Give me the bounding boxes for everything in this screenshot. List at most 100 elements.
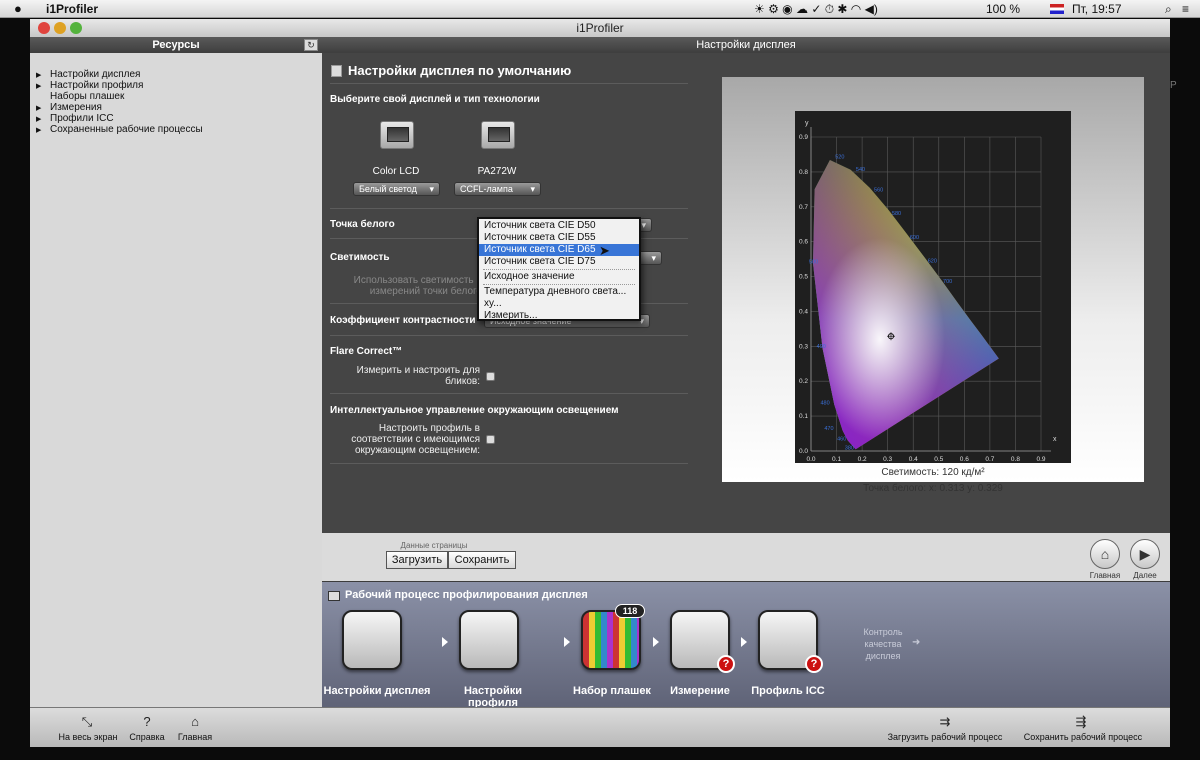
y-tick-label: 0.2 [799,378,808,385]
wavelength-label: 700 [943,279,952,285]
whitepoint-caption: Точка белого: x: 0.313 y: 0.329 [863,483,1003,494]
save-workflow-label[interactable]: Сохранить рабочий процесс [1014,732,1152,742]
help-icon[interactable]: ? [136,714,158,729]
app-menu-name[interactable]: i1Profiler [46,2,98,16]
clock[interactable]: Пт, 19:57 [1072,2,1122,16]
sidebar-item-icc-profiles[interactable]: ▶ Профили ICC [36,113,114,124]
home-label[interactable]: Главная [170,732,220,742]
sidebar-item-label: Наборы плашек [50,91,125,102]
luminance-hint-line: измерений точки белого [369,286,482,297]
cie-chromaticity-plot: 0.0 0.1 0.2 0.3 0.4 0.5 0.6 0.7 0.8 0.9 0.9 0.8 0.7 0… [795,111,1071,463]
display-name: Color LCD [372,166,420,177]
close-button[interactable] [38,22,50,34]
save-button[interactable]: Сохранить [448,551,516,569]
wavelength-label: 600 [910,235,919,241]
x-tick-label: 0.3 [883,456,892,463]
luminance-caption: Светимость: 120 кд/м² [881,467,985,478]
load-workflow-icon[interactable]: ⇉ [930,714,960,730]
help-label[interactable]: Справка [122,732,172,742]
menu-item-daylight[interactable]: Температура дневного света... [479,286,639,298]
status-icons[interactable]: ☀ ⚙ ◉ ☁ ✓ ⏱ ✱ ◠ ◀) [754,2,878,17]
flag-icon[interactable] [1050,4,1064,14]
workflow-step-label: Профиль ICC [751,685,825,697]
menu-item-d75[interactable]: Источник света CIE D75 [479,256,639,268]
display-tech-dropdown[interactable]: CCFL-лампа [454,182,541,196]
expand-arrow-icon[interactable]: ▶ [36,82,50,90]
menu-separator [483,284,635,285]
next-button-label: Далее [1133,571,1157,580]
sidebar-item-saved-workflows[interactable]: ▶ Сохраненные рабочие процессы [36,124,203,135]
wavelength-label: 380 [845,445,854,451]
next-icon[interactable]: ▶ [1130,539,1160,569]
home-icon[interactable]: ⌂ [184,714,206,729]
flare-option-label: Измерить и настроить для бликов: [342,365,480,387]
chromaticity-white-fill [813,160,999,450]
y-tick-label: 0.5 [799,274,808,281]
sidebar-item-profile-settings[interactable]: ▶ Настройки профиля [36,80,143,91]
divider [330,208,688,209]
monitor-icon[interactable] [380,121,414,149]
zoom-button[interactable] [70,22,82,34]
patch-set-step-icon[interactable] [581,610,641,670]
expand-arrow-icon[interactable]: ▶ [36,71,50,79]
expand-arrow-icon[interactable]: ▶ [36,104,50,112]
menu-item-d50[interactable]: Источник света CIE D50 [479,220,639,232]
bottom-toolbar: ⤡ На весь экран ? Справка ⌂ Главная ⇉ За… [30,707,1170,747]
wavelength-label: 470 [824,426,833,432]
workflow-step-label: Настройки профиля [463,685,523,709]
fullscreen-icon[interactable]: ⤡ [76,714,98,730]
y-tick-label: 0.7 [799,204,808,211]
sidebar-item-label: Сохраненные рабочие процессы [50,124,203,135]
wavelength-label: 580 [892,211,901,217]
flare-title: Flare Correct™ [330,346,403,357]
expand-arrow-icon[interactable]: ▶ [36,115,50,123]
profile-settings-step-icon[interactable] [459,610,519,670]
quality-control-link[interactable]: Контроль качества дисплея [848,626,918,662]
refresh-icon[interactable]: ↻ [304,39,318,51]
minimize-button[interactable] [54,22,66,34]
page-data-caption: Данные страницы [400,541,468,550]
divider [330,393,688,394]
display-tech-dropdown[interactable]: Белый светод [353,182,440,196]
warning-icon: ? [717,655,735,673]
whitepoint-label: Точка белого [330,219,395,230]
search-icon[interactable]: ⌕ [1165,2,1172,17]
menu-list-icon[interactable]: ≡ [1182,2,1189,16]
display-settings-step-icon[interactable] [342,610,402,670]
sidebar-item-measurements[interactable]: ▶ Измерения [36,102,102,113]
apple-icon[interactable]: ● [14,1,22,16]
x-axis-label: x [1053,436,1057,443]
arrow-circle-icon[interactable]: ➜ [912,637,920,648]
expand-arrow-icon[interactable]: ▶ [36,126,50,134]
display-settings-panel: Настройки дисплея по умолчанию Выберите … [322,53,1170,533]
monitor-icon[interactable] [481,121,515,149]
fullscreen-label[interactable]: На весь экран [50,732,126,742]
ambient-option-line: окружающим освещением: [354,445,480,456]
menu-item-measure[interactable]: Измерить... [479,310,639,322]
main-header: Настройки дисплея [322,37,1170,53]
qc-line: дисплея [865,651,901,661]
sidebar-item-patch-sets[interactable]: Наборы плашек [36,91,124,102]
ambient-title: Интеллектуальное управление окружающим о… [330,405,619,416]
y-tick-label: 0.0 [799,448,808,455]
display-name: PA272W [477,166,517,177]
load-workflow-label[interactable]: Загрузить рабочий процесс [882,732,1008,742]
menu-item-native[interactable]: Исходное значение [479,271,639,283]
flare-option-line: Измерить и настроить для [356,365,480,376]
display-section-title: Выберите свой дисплей и тип технологии [330,94,540,105]
home-icon[interactable]: ⌂ [1090,539,1120,569]
qc-line: Контроль [863,627,903,637]
battery-status[interactable]: 100 % [986,2,1020,16]
menu-item-d55[interactable]: Источник света CIE D55 [479,232,639,244]
menu-item-d65[interactable]: Источник света CIE D65 [479,244,639,256]
spectral-locus [813,160,999,450]
menu-item-xy[interactable]: xy... [479,298,639,310]
x-tick-label: 0.7 [985,456,994,463]
sidebar-item-display-settings[interactable]: ▶ Настройки дисплея [36,69,140,80]
flare-checkbox[interactable] [486,372,495,381]
menu-bar: ● i1Profiler ☀ ⚙ ◉ ☁ ✓ ⏱ ✱ ◠ ◀) 100 % Пт… [0,0,1200,18]
ambient-checkbox[interactable] [486,435,495,444]
save-workflow-icon[interactable]: ⇶ [1066,714,1096,730]
load-button[interactable]: Загрузить [386,551,448,569]
wavelength-label: 480 [821,401,830,407]
